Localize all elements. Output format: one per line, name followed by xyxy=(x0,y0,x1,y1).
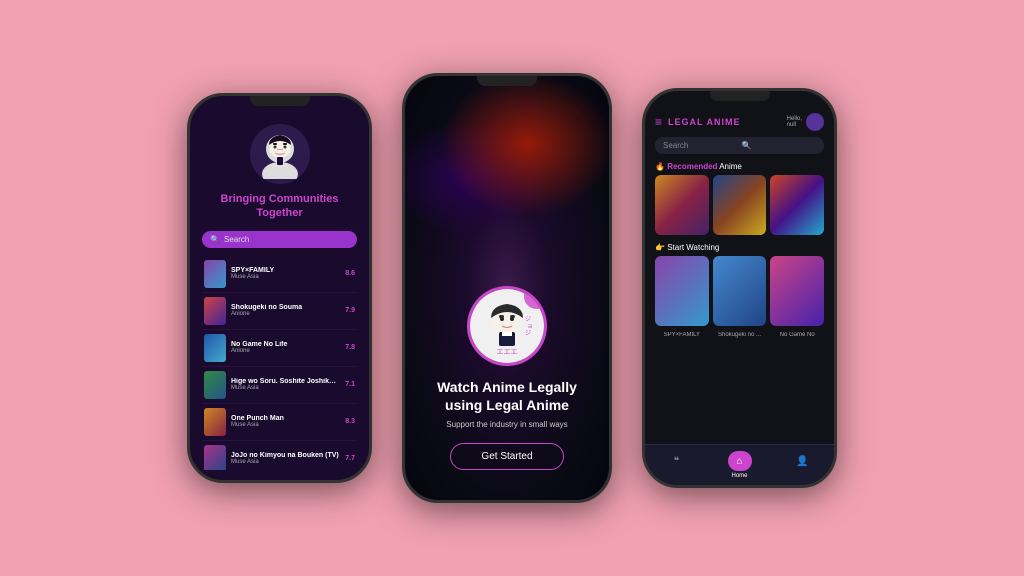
middle-screen: エエエ ジ ョ ジ Watch Anime Legally using Lega… xyxy=(405,76,609,500)
anime-score: 7.8 xyxy=(345,344,355,351)
right-header: ≡ LEGAL ANIME Hello, null xyxy=(645,113,834,131)
nav-item-home[interactable]: ⌂ Home xyxy=(728,451,752,479)
svg-text:ジ: ジ xyxy=(525,317,531,323)
list-item[interactable]: Hige wo Soru. Soshite Joshikousei wo Hir… xyxy=(202,367,357,404)
anime-thumb xyxy=(204,445,226,470)
anime-name: Shokugeki no Souma xyxy=(231,304,340,311)
anime-name: No Game No Life xyxy=(231,341,340,348)
rec-card-3[interactable] xyxy=(770,175,824,235)
anime-list: SPY×FAMILY Muse Asia 8.6 Shokugeki no So… xyxy=(202,256,357,470)
anime-score: 7.1 xyxy=(345,381,355,388)
start-watching-label: 👉 Start Watching xyxy=(645,243,834,256)
start-card-1[interactable] xyxy=(655,256,709,326)
phone-left: Bringing Communities Together 🔍 Search S… xyxy=(187,93,372,483)
recommended-label: 🔥 Recomended Anime xyxy=(645,162,834,175)
mid-subtitle: Support the industry in small ways xyxy=(446,420,567,429)
bg-details xyxy=(405,76,609,246)
hamburger-icon[interactable]: ≡ xyxy=(655,115,662,129)
anime-thumb xyxy=(204,334,226,362)
anime-source: Anione xyxy=(231,348,340,354)
decorative-bubble xyxy=(524,286,547,309)
card-label-1: SPY×FAMILY xyxy=(655,332,709,338)
left-title: Bringing Communities Together xyxy=(202,192,357,221)
svg-text:ジ: ジ xyxy=(525,331,531,337)
phone-middle: エエエ ジ ョ ジ Watch Anime Legally using Lega… xyxy=(402,73,612,503)
anime-name: Hige wo Soru. Soshite Joshikousei wo Hir… xyxy=(231,378,340,385)
anime-source: Anione xyxy=(231,311,340,317)
anime-score: 7.9 xyxy=(345,307,355,314)
phone-right: ≡ LEGAL ANIME Hello, null Search 🔍 🔥 Rec… xyxy=(642,88,837,488)
list-item[interactable]: JoJo no Kimyou na Bouken (TV) Muse Asia … xyxy=(202,441,357,470)
left-avatar xyxy=(250,124,310,184)
anime-score: 7.7 xyxy=(345,455,355,462)
list-item[interactable]: No Game No Life Anione 7.8 xyxy=(202,330,357,367)
get-started-button[interactable]: Get Started xyxy=(450,443,563,470)
bottom-nav: ❝ ⌂ Home 👤 xyxy=(645,444,834,485)
anime-source: Muse Asia xyxy=(231,385,340,391)
rec-card-2[interactable] xyxy=(713,175,767,235)
search-icon-right: 🔍 xyxy=(742,141,817,150)
anime-score: 8.3 xyxy=(345,418,355,425)
start-label-row: SPY×FAMILY Shokugeki no ... No Game No xyxy=(645,332,834,338)
anime-name: JoJo no Kimyou na Bouken (TV) xyxy=(231,452,340,459)
anime-thumb xyxy=(204,297,226,325)
left-search-placeholder: Search xyxy=(224,235,249,244)
anime-source: Muse Asia xyxy=(231,274,340,280)
anime-thumb xyxy=(204,371,226,399)
start-card-3[interactable] xyxy=(770,256,824,326)
mid-main-title: Watch Anime Legally using Legal Anime xyxy=(425,378,589,414)
list-item[interactable]: One Punch Man Muse Asia 8.3 xyxy=(202,404,357,441)
mid-content: エエエ ジ ョ ジ Watch Anime Legally using Lega… xyxy=(405,266,609,500)
nav-item-quotes[interactable]: ❝ xyxy=(665,451,689,479)
start-watching-row xyxy=(645,256,834,326)
anime-source: Muse Asia xyxy=(231,422,340,428)
search-icon-left: 🔍 xyxy=(210,235,220,244)
quotes-icon: ❝ xyxy=(665,451,689,471)
left-screen: Bringing Communities Together 🔍 Search S… xyxy=(190,96,369,480)
rec-card-1[interactable] xyxy=(655,175,709,235)
anime-name: SPY×FAMILY xyxy=(231,267,340,274)
app-title: LEGAL ANIME xyxy=(668,117,787,127)
nav-item-profile[interactable]: 👤 xyxy=(791,451,815,479)
right-search-bar[interactable]: Search 🔍 xyxy=(655,137,824,154)
anime-thumb xyxy=(204,408,226,436)
right-screen: ≡ LEGAL ANIME Hello, null Search 🔍 🔥 Rec… xyxy=(645,91,834,485)
card-label-3: No Game No xyxy=(770,332,824,338)
anime-source: Muse Asia xyxy=(231,459,340,465)
home-icon: ⌂ xyxy=(728,451,752,471)
nav-home-label: Home xyxy=(731,473,747,479)
svg-text:ョ: ョ xyxy=(527,324,533,330)
start-card-2[interactable] xyxy=(713,256,767,326)
anime-name: One Punch Man xyxy=(231,415,340,422)
search-placeholder-right: Search xyxy=(663,141,738,150)
anime-score: 8.6 xyxy=(345,270,355,277)
recommended-row xyxy=(645,175,834,235)
character-circle: エエエ ジ ョ ジ xyxy=(467,286,547,366)
profile-icon: 👤 xyxy=(791,451,815,471)
anime-thumb xyxy=(204,260,226,288)
list-item[interactable]: SPY×FAMILY Muse Asia 8.6 xyxy=(202,256,357,293)
card-label-2: Shokugeki no ... xyxy=(713,332,767,338)
hello-text: Hello, null xyxy=(787,116,802,128)
left-search-bar[interactable]: 🔍 Search xyxy=(202,231,357,248)
user-avatar[interactable] xyxy=(806,113,824,131)
svg-text:エエエ: エエエ xyxy=(497,348,518,356)
list-item[interactable]: Shokugeki no Souma Anione 7.9 xyxy=(202,293,357,330)
